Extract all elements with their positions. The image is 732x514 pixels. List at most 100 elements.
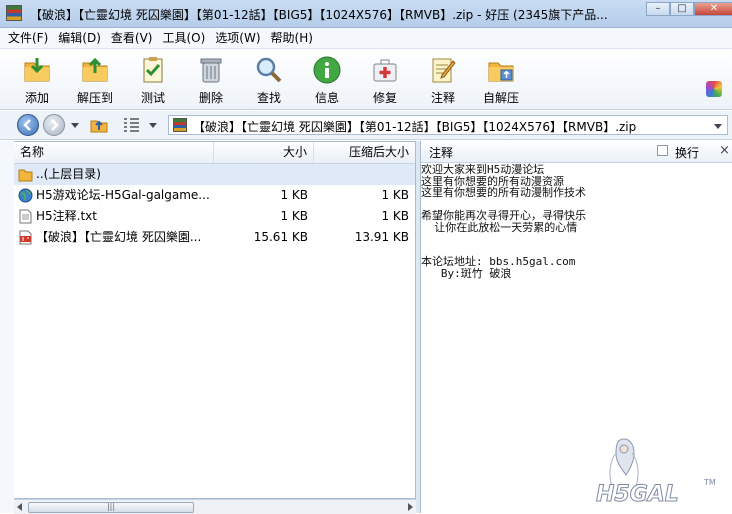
info-icon (313, 56, 341, 84)
file-name: ..(上层目录) (36, 167, 101, 181)
history-dropdown-icon[interactable] (70, 120, 80, 130)
file-name: 【破浪】【亡靈幻境 死囚樂園... (36, 230, 202, 244)
comment-header: 注释 换行 × (421, 141, 732, 163)
first-aid-kit-icon (373, 59, 397, 82)
repair-label: 修复 (372, 91, 397, 105)
menu-options[interactable]: 选项(W) (210, 28, 265, 48)
comment-line: 希望你能再次寻得开心，寻得快乐 (421, 209, 586, 222)
wrap-label: 换行 (675, 146, 700, 160)
skin-theme-icon[interactable] (706, 81, 722, 97)
trash-icon (200, 58, 222, 83)
file-list-panel: 名称 大小 压缩后大小 ..(上层目录) H5游戏论坛-H5Gal-galgam… (14, 141, 416, 499)
menu-file[interactable]: 文件(F) (0, 28, 53, 48)
add-folder-icon (24, 58, 50, 82)
info-button[interactable]: 信息 (299, 53, 355, 107)
h5gal-watermark-logo: H5GAL TM (596, 438, 716, 508)
view-mode-dropdown-icon[interactable] (148, 120, 158, 130)
extract-folder-icon (82, 57, 108, 82)
comment-line: 本论坛地址: bbs.h5gal.com (421, 255, 576, 268)
title-bar: 【破浪】【亡靈幻境 死囚樂園】【第01-12話】【BIG5】【1024X576】… (0, 0, 732, 28)
comment-label: 注释 (430, 91, 455, 105)
menu-tools[interactable]: 工具(O) (157, 28, 210, 48)
comment-button[interactable]: 注释 (415, 53, 471, 107)
watermark-text: H5GAL (596, 482, 679, 507)
file-packed-size (314, 164, 409, 185)
file-list-header: 名称 大小 压缩后大小 (14, 142, 415, 164)
file-size: 15.61 KB (253, 230, 308, 244)
info-label: 信息 (314, 91, 339, 105)
comment-line: By:斑竹 破浪 (421, 266, 512, 280)
scroll-right-icon[interactable] (406, 503, 414, 511)
wrap-checkbox[interactable] (657, 145, 668, 156)
comment-text: 欢迎大家来到H5动漫论坛 这里有你想要的所有动漫资源 这里有你想要的所有动漫制作技术… (421, 164, 586, 279)
scroll-thumb[interactable]: ||| (28, 502, 194, 513)
list-item[interactable]: 【破浪】【亡靈幻境 死囚樂園... 15.61 KB 13.91 KB (14, 227, 415, 248)
view-mode-icon[interactable] (122, 117, 140, 133)
file-size: 1 KB (280, 209, 308, 223)
list-item[interactable]: ..(上层目录) (14, 164, 415, 185)
column-packed-size[interactable]: 压缩后大小 (314, 142, 415, 163)
extract-to-label: 解压到 (76, 91, 113, 105)
test-label: 测试 (140, 91, 165, 105)
menu-view[interactable]: 查看(V) (106, 28, 158, 48)
text-file-icon (19, 209, 32, 224)
file-packed-size: 1 KB (381, 188, 409, 202)
find-button[interactable]: 查找 (241, 53, 297, 107)
scroll-left-icon[interactable] (16, 503, 24, 511)
address-bar: 【破浪】【亡靈幻境 死囚樂園】【第01-12話】【BIG5】【1024X576】… (0, 111, 732, 140)
path-text: 【破浪】【亡靈幻境 死囚樂園】【第01-12話】【BIG5】【1024X576】… (193, 120, 637, 134)
delete-label: 删除 (198, 91, 223, 105)
folder-icon (18, 169, 33, 182)
test-button[interactable]: 测试 (125, 53, 181, 107)
path-dropdown-icon[interactable] (713, 121, 723, 131)
back-button[interactable] (17, 114, 39, 136)
archive-app-icon (6, 5, 22, 21)
file-name: H5游戏论坛-H5Gal-galgame... (36, 188, 210, 202)
file-name: H5注释.txt (36, 209, 97, 223)
comment-panel: 注释 换行 × 欢迎大家来到H5动漫论坛 这里有你想要的所有动漫资源 这里有你想要的… (420, 141, 732, 513)
zip-archive-icon (173, 118, 187, 132)
add-button[interactable]: 添加 (9, 53, 65, 107)
forward-button[interactable] (43, 114, 65, 136)
list-item[interactable]: H5游戏论坛-H5Gal-galgame... 1 KB 1 KB (14, 185, 415, 206)
horizontal-scrollbar[interactable]: ||| (14, 499, 416, 514)
self-extract-folder-icon (488, 62, 514, 82)
file-size: 1 KB (280, 188, 308, 202)
file-packed-size: 13.91 KB (354, 230, 409, 244)
minimize-button[interactable]: – (646, 2, 670, 16)
arrow-left-icon (23, 119, 31, 131)
toolbar: 添加 解压到 测试 删除 查找 信息 修复 注释 自解压 (0, 49, 732, 110)
comment-line: 让你在此放松一天劳累的心情 (421, 220, 578, 234)
window-title: 【破浪】【亡靈幻境 死囚樂園】【第01-12話】【BIG5】【1024X576】… (30, 8, 608, 22)
delete-button[interactable]: 删除 (183, 53, 239, 107)
add-label: 添加 (24, 91, 49, 105)
comment-line: 欢迎大家来到H5动漫论坛 (421, 163, 545, 176)
close-button[interactable]: ✕ (694, 2, 732, 16)
list-item[interactable]: H5注释.txt 1 KB 1 KB (14, 206, 415, 227)
column-name[interactable]: 名称 (14, 142, 214, 163)
extract-to-button[interactable]: 解压到 (67, 53, 123, 107)
arrow-right-icon (51, 119, 59, 131)
comment-line: 这里有你想要的所有动漫制作技术 (421, 186, 586, 199)
file-size (214, 164, 308, 185)
menu-help[interactable]: 帮助(H) (266, 28, 318, 48)
maximize-button[interactable]: □ (670, 2, 694, 16)
test-checklist-icon (143, 57, 163, 83)
find-label: 查找 (256, 91, 281, 105)
comment-close-button[interactable]: × (719, 143, 730, 158)
repair-button[interactable]: 修复 (357, 53, 413, 107)
self-extract-label: 自解压 (482, 91, 519, 105)
self-extract-button[interactable]: 自解压 (473, 53, 529, 107)
up-folder-icon[interactable] (90, 116, 108, 134)
comment-title: 注释 (429, 146, 454, 160)
file-packed-size: 1 KB (381, 209, 409, 223)
globe-icon (18, 188, 33, 203)
column-size[interactable]: 大小 (214, 142, 314, 163)
bt-file-icon (19, 230, 32, 245)
menu-edit[interactable]: 编辑(D) (53, 28, 106, 48)
magnifier-icon (256, 57, 282, 83)
menu-bar: 文件(F) 编辑(D) 查看(V) 工具(O) 选项(W) 帮助(H) (0, 28, 732, 49)
note-pencil-icon (432, 58, 456, 83)
path-field[interactable]: 【破浪】【亡靈幻境 死囚樂園】【第01-12話】【BIG5】【1024X576】… (168, 115, 728, 135)
watermark-tm: TM (703, 478, 716, 487)
